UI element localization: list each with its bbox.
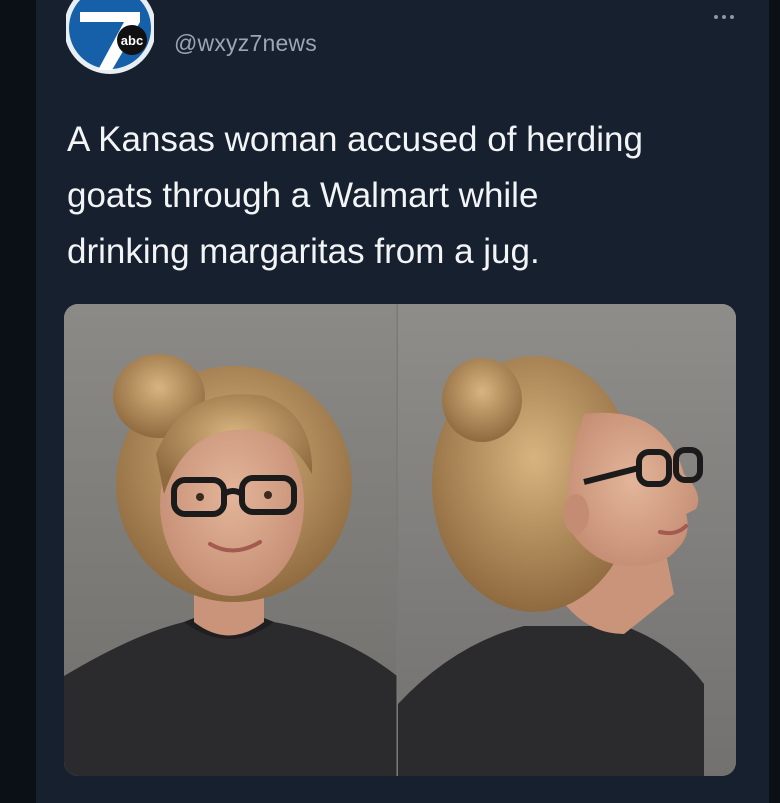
screenshot-frame: abc @wxyz7news A Kansas woman accused of…	[0, 0, 780, 803]
wxyz-7-abc-logo-icon: abc	[66, 0, 154, 74]
avatar[interactable]: abc	[66, 0, 154, 74]
user-handle[interactable]: @wxyz7news	[174, 30, 317, 57]
abc-logo-text: abc	[121, 33, 143, 48]
front-portrait-panel	[64, 304, 397, 776]
tweet-media[interactable]	[64, 304, 736, 776]
tweet-card[interactable]: abc @wxyz7news A Kansas woman accused of…	[36, 0, 769, 803]
tweet-text: A Kansas woman accused of herding goats …	[67, 120, 643, 271]
more-options-icon[interactable]	[709, 10, 739, 24]
profile-portrait-panel	[398, 304, 736, 776]
